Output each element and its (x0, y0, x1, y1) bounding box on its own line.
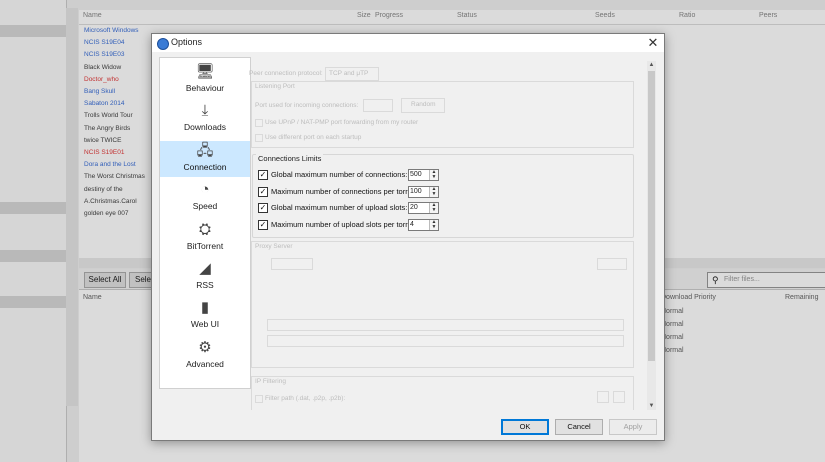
value-spinbox[interactable]: 20 ▲ ▼ (408, 202, 439, 214)
sidebar-item-label: Speed (192, 201, 218, 212)
connection-limit-option: ✓ Maximum number of upload slots per torr… (258, 218, 638, 231)
sidebar-item-rss[interactable]: ◢ RSS (160, 259, 250, 295)
protocol-label: Peer connection protocol: (249, 70, 323, 77)
proxy-type-select[interactable] (271, 258, 313, 270)
dialog-title: Options (171, 37, 203, 47)
connection-limit-option: ✓ Global maximum number of upload slots: 2… (258, 202, 638, 214)
behaviour-icon: 🖥 (195, 63, 215, 80)
value-spinbox[interactable]: 500 ▲ ▼ (408, 169, 439, 181)
spinbox-value: 4 (410, 220, 414, 228)
ip-filtering-group (251, 376, 634, 410)
spinbox-value: 500 (410, 171, 422, 178)
proxy-title: Proxy Server (255, 243, 293, 250)
spin-arrows-icon[interactable]: ▲ ▼ (429, 219, 438, 230)
scroll-up-icon[interactable]: ▲ (647, 61, 656, 69)
diff-port-label: Use different port on each startup (265, 134, 362, 141)
sidebar-item-behaviour[interactable]: 🖥 Behaviour (160, 62, 250, 98)
value-spinbox[interactable]: 100 ▲ ▼ (408, 185, 439, 198)
upnp-label: Use UPnP / NAT-PMP port forwarding from … (265, 119, 419, 126)
sidebar-item-speed[interactable]: ◔ Speed (160, 180, 250, 216)
spin-arrows-icon[interactable]: ▲ ▼ (429, 170, 438, 180)
ip-filtering-title: IP Filtering (255, 378, 286, 385)
cancel-button[interactable]: Cancel (555, 419, 603, 435)
sidebar-item-label: Web UI (190, 319, 220, 330)
sidebar-item-label: Advanced (186, 358, 224, 369)
connection-limits-group: Connections Limits ✓ Global maximum numbe… (252, 154, 634, 238)
sidebar-item-label: Downloads (183, 122, 227, 133)
options-scrollbar[interactable]: ▲ ▼ (647, 61, 656, 410)
app-icon (157, 38, 169, 50)
proxy-password-input[interactable] (267, 335, 624, 347)
sidebar-item-downloads[interactable]: ⤓ Downloads (160, 101, 250, 137)
value-spinbox[interactable]: 4 ▲ ▼ (408, 218, 439, 231)
proxy-username-input[interactable] (267, 319, 624, 331)
option-checkbox[interactable]: ✓ (258, 203, 268, 213)
connection-limits-title: Connections Limits (256, 154, 324, 163)
sidebar-item-label: BitTorrent (186, 240, 224, 251)
options-dialog: Options ✕ 🖥 Behaviour ⤓ Downloads 🖧 Connectio… (151, 33, 665, 441)
option-label: Maximum number of connections per torren… (271, 186, 421, 196)
option-label: Maximum number of upload slots per torre… (271, 219, 421, 229)
diff-port-checkbox[interactable] (255, 134, 263, 142)
random-button-label: Random (411, 101, 436, 108)
filter-reload-button[interactable] (613, 391, 625, 403)
filter-browse-button[interactable] (597, 391, 609, 403)
spin-arrows-icon[interactable]: ▲ ▼ (429, 203, 438, 213)
option-label: Global maximum number of upload slots: (271, 203, 408, 212)
close-icon[interactable]: ✕ (646, 34, 660, 52)
sidebar-item-bittorrent[interactable]: ⛭ BitTorrent (160, 220, 250, 256)
connection-limit-option: ✓ Global maximum number of connections: 50… (258, 169, 638, 181)
web-ui-icon: ▮ (200, 299, 210, 317)
sidebar-item-label: RSS (196, 280, 214, 290)
dialog-titlebar: Options ✕ (152, 34, 664, 52)
option-label: Global maximum number of connections: (271, 170, 408, 179)
speed-icon: ◔ (200, 181, 210, 199)
protocol-value: TCP and μTP (329, 70, 369, 77)
option-checkbox[interactable]: ✓ (258, 219, 268, 230)
sidebar-item-label: Behaviour (185, 83, 225, 93)
scroll-down-icon[interactable]: ▼ (647, 402, 656, 410)
spin-arrows-icon[interactable]: ▲ ▼ (429, 186, 438, 197)
sidebar-item-label: Connection (183, 161, 227, 172)
spinbox-value: 20 (410, 204, 418, 211)
listening-port-title: Listening Port (255, 83, 295, 90)
advanced-icon: ⚙ (198, 338, 212, 356)
sidebar-item-connection[interactable]: 🖧 Connection (160, 140, 250, 177)
upnp-checkbox[interactable] (255, 119, 263, 127)
port-input[interactable] (363, 99, 393, 112)
filter-path-label: Filter path (.dat, .p2p, .p2b): (265, 395, 346, 402)
port-label: Port used for incoming connections: (255, 102, 359, 109)
sidebar-item-advanced[interactable]: ⚙ Advanced (160, 338, 250, 374)
scroll-thumb[interactable] (648, 71, 655, 361)
ok-button[interactable]: OK (501, 419, 549, 435)
apply-button[interactable]: Apply (609, 419, 657, 435)
sidebar-item-web-ui[interactable]: ▮ Web UI (160, 298, 250, 334)
downloads-icon: ⤓ (201, 102, 209, 120)
connection-icon: 🖧 (196, 141, 214, 159)
spinbox-value: 100 (410, 187, 422, 195)
options-content: Peer connection protocol: TCP and μTP Li… (247, 61, 654, 410)
bittorrent-icon: ⛭ (198, 220, 211, 238)
connection-limit-option: ✓ Maximum number of connections per torre… (258, 185, 638, 198)
rss-icon: ◢ (199, 260, 211, 277)
proxy-port-input[interactable] (597, 258, 627, 270)
option-checkbox[interactable]: ✓ (258, 186, 268, 197)
option-checkbox[interactable]: ✓ (258, 170, 268, 180)
filter-path-checkbox[interactable] (255, 395, 263, 403)
options-sidebar: 🖥 Behaviour ⤓ Downloads 🖧 Connection ◔ Speed ⛭ Bi… (159, 57, 251, 389)
